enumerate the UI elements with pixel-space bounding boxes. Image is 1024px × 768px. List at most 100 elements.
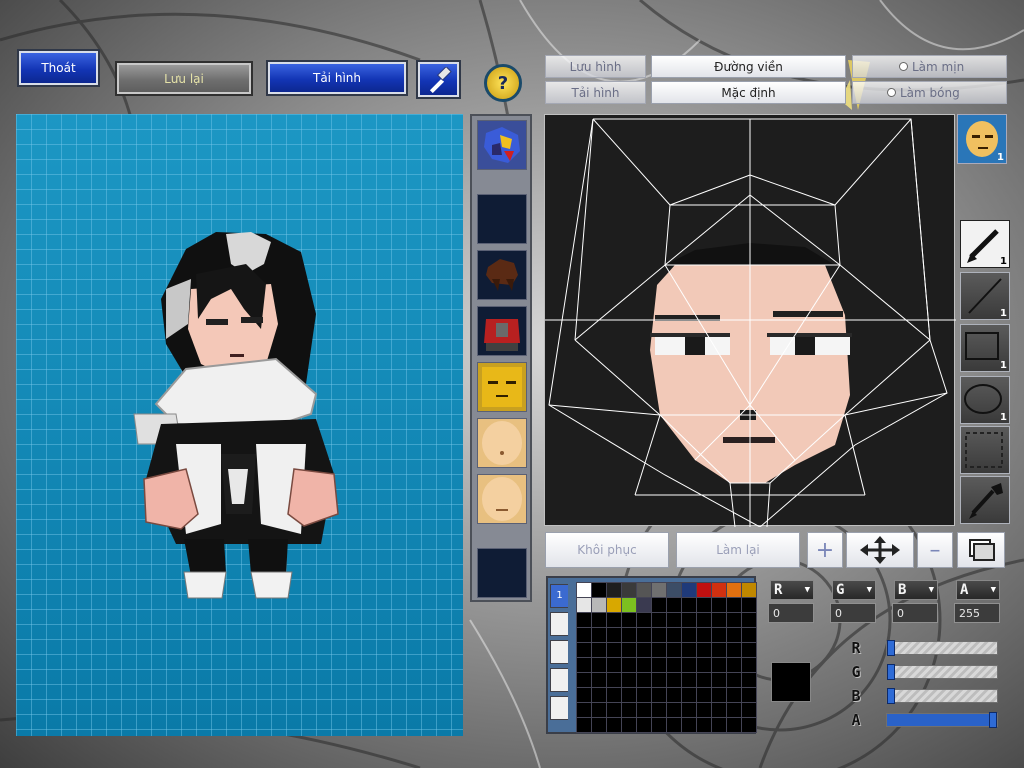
color-swatch[interactable] bbox=[621, 657, 637, 673]
palette-tab-5[interactable] bbox=[550, 696, 568, 720]
color-swatch[interactable] bbox=[726, 687, 742, 703]
color-swatch[interactable] bbox=[591, 612, 607, 628]
color-swatch[interactable] bbox=[606, 657, 622, 673]
alpha-channel-select[interactable]: A ▼ bbox=[956, 580, 1000, 600]
color-swatch[interactable] bbox=[621, 582, 637, 598]
color-swatch[interactable] bbox=[621, 702, 637, 718]
color-swatch[interactable] bbox=[666, 657, 682, 673]
hammer-tool-button[interactable] bbox=[416, 60, 461, 99]
palette-tab-3[interactable] bbox=[550, 640, 568, 664]
part-slot-hair[interactable] bbox=[477, 250, 527, 300]
blue-value-input[interactable] bbox=[892, 603, 938, 623]
green-value-input[interactable] bbox=[830, 603, 876, 623]
color-swatch[interactable] bbox=[741, 612, 757, 628]
color-swatch[interactable] bbox=[726, 597, 742, 613]
color-swatch[interactable] bbox=[681, 642, 697, 658]
color-swatch[interactable] bbox=[711, 627, 727, 643]
zoom-out-button[interactable]: – bbox=[917, 532, 953, 568]
part-slot-empty-1[interactable] bbox=[477, 194, 527, 244]
color-swatch[interactable] bbox=[726, 657, 742, 673]
color-swatch[interactable] bbox=[636, 657, 652, 673]
color-swatch[interactable] bbox=[606, 717, 622, 733]
blue-slider-knob[interactable] bbox=[887, 688, 895, 704]
color-swatch[interactable] bbox=[696, 672, 712, 688]
color-swatch[interactable] bbox=[621, 717, 637, 733]
color-swatch[interactable] bbox=[576, 702, 592, 718]
color-swatch[interactable] bbox=[621, 687, 637, 703]
color-swatch[interactable] bbox=[606, 597, 622, 613]
color-swatch[interactable] bbox=[681, 657, 697, 673]
color-swatch[interactable] bbox=[636, 642, 652, 658]
color-swatch[interactable] bbox=[726, 717, 742, 733]
color-swatch[interactable] bbox=[651, 612, 667, 628]
color-swatch[interactable] bbox=[651, 717, 667, 733]
color-swatch[interactable] bbox=[606, 687, 622, 703]
restore-button[interactable]: Khôi phục bbox=[545, 532, 669, 568]
part-slot-bird-mount[interactable] bbox=[477, 120, 527, 170]
color-swatch[interactable] bbox=[681, 582, 697, 598]
part-slot-face-skin-1[interactable] bbox=[477, 418, 527, 468]
green-slider[interactable] bbox=[886, 664, 998, 680]
color-swatch[interactable] bbox=[606, 582, 622, 598]
load-image-button[interactable]: Tải hình bbox=[266, 60, 408, 96]
color-swatch[interactable] bbox=[636, 627, 652, 643]
color-swatch[interactable] bbox=[591, 582, 607, 598]
color-swatch[interactable] bbox=[651, 672, 667, 688]
color-swatch[interactable] bbox=[636, 612, 652, 628]
color-swatch[interactable] bbox=[711, 687, 727, 703]
color-swatch[interactable] bbox=[576, 642, 592, 658]
color-swatch[interactable] bbox=[576, 687, 592, 703]
select-tool[interactable] bbox=[960, 426, 1010, 474]
part-slot-empty-2[interactable] bbox=[477, 548, 527, 598]
layers-button[interactable] bbox=[957, 532, 1005, 568]
color-swatch[interactable] bbox=[606, 672, 622, 688]
color-swatch[interactable] bbox=[681, 672, 697, 688]
color-swatch[interactable] bbox=[726, 702, 742, 718]
part-slot-face-skin-2[interactable] bbox=[477, 474, 527, 524]
color-swatch[interactable] bbox=[576, 672, 592, 688]
color-swatch[interactable] bbox=[666, 687, 682, 703]
color-swatch[interactable] bbox=[666, 717, 682, 733]
color-swatch[interactable] bbox=[651, 627, 667, 643]
color-swatch[interactable] bbox=[726, 642, 742, 658]
color-swatch[interactable] bbox=[651, 642, 667, 658]
color-swatch[interactable] bbox=[636, 672, 652, 688]
red-channel-select[interactable]: R ▼ bbox=[770, 580, 814, 600]
color-swatch[interactable] bbox=[591, 657, 607, 673]
color-swatch[interactable] bbox=[711, 657, 727, 673]
color-swatch[interactable] bbox=[576, 582, 592, 598]
color-swatch[interactable] bbox=[711, 612, 727, 628]
color-swatch[interactable] bbox=[696, 702, 712, 718]
color-swatch[interactable] bbox=[696, 627, 712, 643]
color-swatch[interactable] bbox=[711, 702, 727, 718]
green-channel-select[interactable]: G ▼ bbox=[832, 580, 876, 600]
color-swatch[interactable] bbox=[681, 702, 697, 718]
color-swatch[interactable] bbox=[621, 612, 637, 628]
palette-tab-1[interactable]: 1 bbox=[550, 584, 568, 608]
color-swatch[interactable] bbox=[651, 687, 667, 703]
color-swatch[interactable] bbox=[711, 672, 727, 688]
color-swatch[interactable] bbox=[741, 582, 757, 598]
color-swatch[interactable] bbox=[741, 627, 757, 643]
color-swatch[interactable] bbox=[576, 657, 592, 673]
pixel-editor-canvas[interactable] bbox=[544, 114, 956, 527]
color-swatch[interactable] bbox=[666, 642, 682, 658]
ellipse-tool[interactable]: 1 bbox=[960, 376, 1010, 424]
color-swatch[interactable] bbox=[651, 597, 667, 613]
color-swatch[interactable] bbox=[726, 582, 742, 598]
color-swatch[interactable] bbox=[651, 582, 667, 598]
shade-radio[interactable] bbox=[887, 88, 896, 97]
color-swatch[interactable] bbox=[651, 657, 667, 673]
color-swatch[interactable] bbox=[666, 612, 682, 628]
color-swatch[interactable] bbox=[726, 612, 742, 628]
color-swatch[interactable] bbox=[606, 702, 622, 718]
color-swatch[interactable] bbox=[576, 717, 592, 733]
color-swatch[interactable] bbox=[696, 642, 712, 658]
default-button[interactable]: Mặc định bbox=[651, 81, 846, 104]
color-swatch[interactable] bbox=[591, 597, 607, 613]
color-swatch[interactable] bbox=[636, 717, 652, 733]
color-swatch[interactable] bbox=[681, 717, 697, 733]
color-swatch[interactable] bbox=[666, 627, 682, 643]
part-slot-armor[interactable] bbox=[477, 306, 527, 356]
layer-preview[interactable]: 1 bbox=[957, 114, 1007, 164]
